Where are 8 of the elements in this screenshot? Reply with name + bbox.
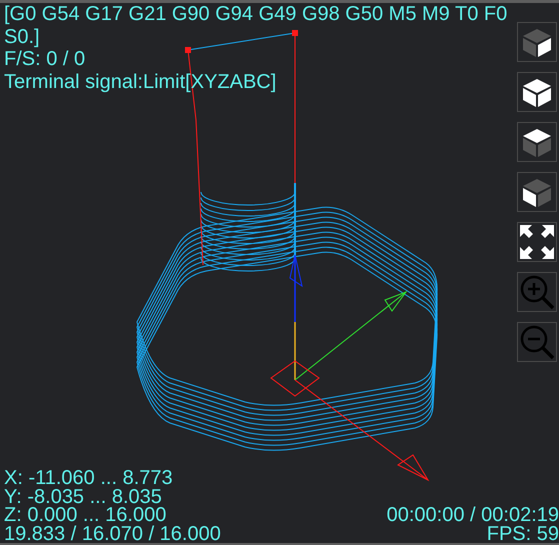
parser-state-text: [G0 G54 G17 G21 G90 G94 G49 G98 G50 M5 M9 T0 F0 S0.] (4, 3, 508, 48)
time-text: 00:00:00 / 00:02:19 (386, 506, 559, 524)
fps-text: FPS: 59 (486, 524, 559, 543)
size-text: 19.833 / 16.070 / 16.000 (4, 524, 221, 543)
bounds-text: Y: -8.035 ... 8.035 (4, 488, 162, 506)
feed-spindle-text: F/S: 0 / 0 (4, 48, 86, 70)
bounds-text: X: -11.060 ... 8.773 (4, 469, 173, 488)
bounds-text: Z: 0.000 ... 16.000 (4, 506, 166, 524)
